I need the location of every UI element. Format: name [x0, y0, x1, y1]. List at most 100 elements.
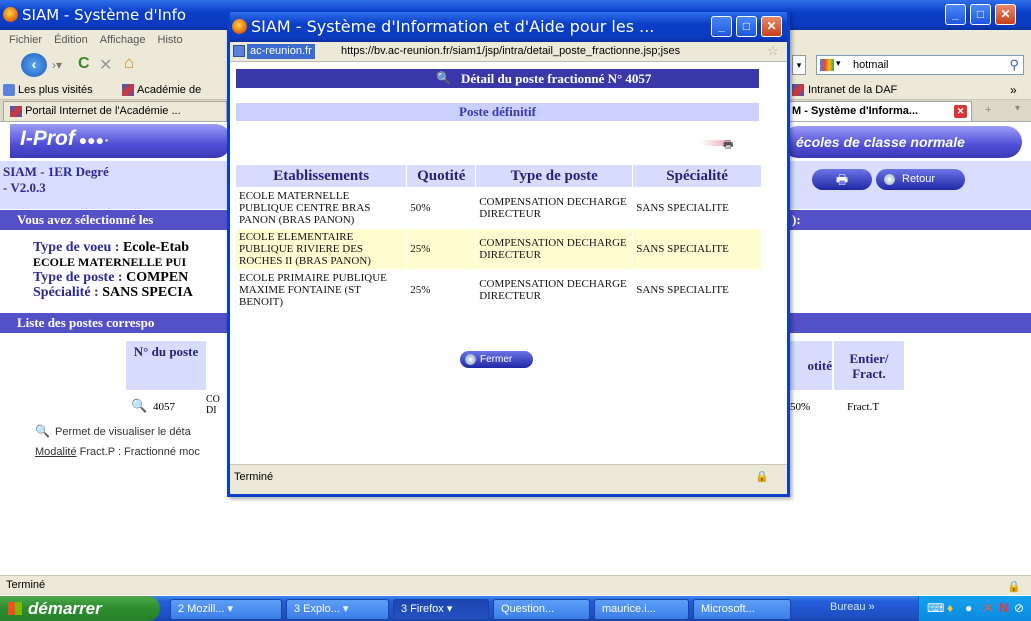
- tray-app-icon[interactable]: ♦: [947, 601, 953, 615]
- tab-list-icon[interactable]: ▾: [1015, 103, 1020, 114]
- close-tab-icon[interactable]: ✕: [954, 105, 967, 118]
- taskbar-question[interactable]: Question...: [493, 599, 590, 620]
- taskbar-firefox[interactable]: 3 Firefox ▾: [393, 599, 489, 620]
- start-button[interactable]: démarrer: [0, 596, 160, 621]
- star-icon[interactable]: ☆: [767, 43, 779, 59]
- modalite-text: Fract.P : Fractionné moc: [79, 446, 200, 458]
- reload-icon[interactable]: C: [78, 55, 90, 73]
- main-status-text: Terminé: [6, 579, 46, 591]
- home-icon[interactable]: ⌂: [124, 53, 134, 73]
- bookmark-academie[interactable]: Académie de: [137, 84, 201, 96]
- url-dropdown-icon[interactable]: ▾: [792, 55, 806, 75]
- cell-quotite: 25%: [410, 284, 431, 296]
- postes-table: Etablissements Quotité Type de poste Spé…: [235, 164, 762, 311]
- menu-edition[interactable]: Édition: [54, 34, 88, 46]
- tray-network-icon[interactable]: ⌨: [927, 601, 944, 615]
- col-etablissements: Etablissements: [236, 165, 407, 187]
- bookmark-intranet-daf[interactable]: Intranet de la DAF: [808, 84, 897, 96]
- minimize-button[interactable]: _: [945, 4, 966, 25]
- bureau-toolbar[interactable]: Bureau »: [830, 601, 875, 613]
- cell-specialite: SANS SPECIALITE: [636, 284, 729, 296]
- popup-url-bar[interactable]: ac-reunion.fr https://bv.ac-reunion.fr/s…: [230, 42, 787, 62]
- lock-icon: 🔒: [1007, 581, 1021, 593]
- bookmark-most-visited[interactable]: Les plus visités: [18, 84, 93, 96]
- tray-speaker-icon[interactable]: ●: [965, 601, 972, 615]
- iprof-logo-text: I-Prof: [20, 127, 75, 150]
- col-type-poste: Type de poste: [476, 165, 633, 187]
- selection-details: Type de voeu : Ecole-Etab ECOLE MATERNEL…: [33, 240, 193, 300]
- cell-type: COMPENSATION DECHARGE DIRECTEUR: [479, 196, 627, 220]
- menu-fichier[interactable]: Fichier: [9, 34, 42, 46]
- specialite-value: SANS SPECIA: [102, 285, 193, 300]
- row-no: 4057: [153, 401, 175, 413]
- search-engine-icon[interactable]: [820, 59, 834, 71]
- stop-icon[interactable]: ✕: [99, 55, 112, 75]
- modalite-label[interactable]: Modalité: [35, 446, 77, 458]
- popup-titlebar: SIAM - Système d'Information et d'Aide p…: [230, 12, 787, 42]
- url-text: https://bv.ac-reunion.fr/siam1/jsp/intra…: [341, 45, 681, 57]
- maximize-button[interactable]: □: [970, 4, 991, 25]
- popup-window: SIAM - Système d'Information et d'Aide p…: [227, 12, 790, 497]
- taskbar-label: maurice.i...: [602, 603, 656, 615]
- tray-security-icon[interactable]: ✕: [983, 601, 993, 615]
- fermer-label: Fermer: [480, 354, 513, 365]
- taskbar-explorer[interactable]: 3 Explo... ▾: [286, 599, 389, 620]
- tray-n-icon[interactable]: N: [999, 600, 1008, 615]
- cell-etablissement: ECOLE MATERNELLE PUBLIQUE CENTRE BRAS PA…: [239, 190, 371, 226]
- system-tray: ⌨ ♦ ● ✕ N ⊘: [918, 596, 1031, 621]
- ecole-line: ECOLE MATERNELLE PUI: [33, 255, 187, 269]
- detail-icon[interactable]: 🔍: [131, 398, 147, 414]
- type-voeu-label: Type de voeu :: [33, 240, 120, 255]
- site-identity-icon[interactable]: [233, 45, 245, 57]
- tab-siam[interactable]: M - Système d'Informa... ✕: [785, 101, 972, 121]
- taskbar-microsoft[interactable]: Microsoft...: [693, 599, 791, 620]
- table-row: ECOLE PRIMAIRE PUBLIQUE MAXIME FONTAINE …: [236, 270, 761, 310]
- col-header-entier: Entier/ Fract.: [834, 341, 904, 390]
- iprof-logo: I-Prof ●●●·: [10, 124, 232, 158]
- search-engine-dropdown-icon[interactable]: ▾: [836, 58, 841, 69]
- modalite-line: Modalité Fract.P : Fractionné moc: [35, 446, 200, 458]
- tray-misc-icon[interactable]: ⊘: [1014, 601, 1024, 615]
- taskbar-maurice[interactable]: maurice.i...: [594, 599, 689, 620]
- detail-header-title: Détail du poste fractionné N° 4057: [461, 71, 652, 86]
- col-specialite: Spécialité: [633, 165, 761, 187]
- taskbar-label: 3 Firefox: [401, 603, 444, 615]
- tab-label: Portail Internet de l'Académie ...: [25, 105, 181, 117]
- main-window-title: SIAM - Système d'Info: [22, 6, 187, 24]
- academie-icon: [10, 105, 22, 117]
- retour-button[interactable]: Retour: [876, 169, 965, 190]
- tab-label: M - Système d'Informa...: [792, 105, 919, 117]
- row-fragment: CO DI: [206, 394, 220, 416]
- new-tab-icon[interactable]: +: [985, 104, 991, 116]
- close-button[interactable]: ✕: [995, 4, 1016, 25]
- print-icon[interactable]: 🖶: [701, 136, 743, 151]
- lock-icon: 🔒: [755, 471, 769, 483]
- help-text: Permet de visualiser le déta: [55, 426, 191, 438]
- cell-specialite: SANS SPECIALITE: [636, 243, 729, 255]
- search-icon[interactable]: ⚲: [1009, 57, 1019, 73]
- search-input[interactable]: ▾ hotmail ⚲: [816, 55, 1024, 75]
- menu-affichage[interactable]: Affichage: [100, 34, 146, 46]
- print-button[interactable]: 🖶: [812, 169, 872, 190]
- taskbar-label: Question...: [501, 603, 555, 615]
- printer-icon: 🖶: [835, 172, 849, 187]
- fermer-button[interactable]: Fermer: [460, 351, 533, 368]
- popup-minimize-button[interactable]: _: [711, 16, 732, 37]
- forward-icon[interactable]: ›▾: [52, 58, 62, 72]
- col-quotite: Quotité: [407, 165, 476, 187]
- table-row: ECOLE ELEMENTAIRE PUBLIQUE RIVIERE DES R…: [236, 229, 761, 269]
- back-icon[interactable]: ‹: [21, 53, 47, 77]
- siam-line1: SIAM - 1ER Degré: [3, 164, 109, 179]
- popup-maximize-button[interactable]: □: [736, 16, 757, 37]
- taskbar-mozilla[interactable]: 2 Mozill... ▾: [170, 599, 282, 620]
- retour-label: Retour: [902, 173, 936, 185]
- popup-close-button[interactable]: ✕: [761, 16, 782, 37]
- search-text: hotmail: [853, 59, 889, 71]
- url-domain: ac-reunion.fr: [247, 44, 315, 59]
- menu-historique[interactable]: Histo: [158, 34, 183, 46]
- liste-strip-text: Liste des postes correspo: [17, 315, 155, 330]
- bookmarks-overflow-icon[interactable]: »: [1010, 83, 1017, 97]
- popup-title: SIAM - Système d'Information et d'Aide p…: [251, 17, 655, 36]
- popup-status-bar: Terminé 🔒: [230, 464, 787, 494]
- tab-portail[interactable]: Portail Internet de l'Académie ...: [3, 101, 227, 121]
